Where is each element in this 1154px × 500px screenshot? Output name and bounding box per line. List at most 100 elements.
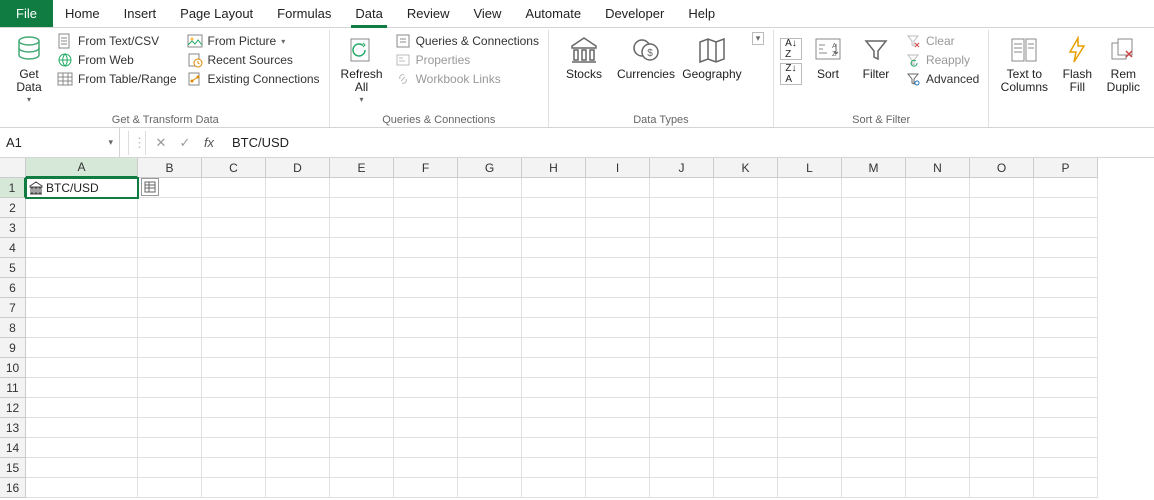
cell-L14[interactable]	[778, 438, 842, 458]
cell-G10[interactable]	[458, 358, 522, 378]
column-header-F[interactable]: F	[394, 158, 458, 178]
formula-input[interactable]: BTC/USD	[226, 128, 1154, 157]
cell-A9[interactable]	[26, 338, 138, 358]
cell-O3[interactable]	[970, 218, 1034, 238]
cell-P11[interactable]	[1034, 378, 1098, 398]
cell-G9[interactable]	[458, 338, 522, 358]
cell-I10[interactable]	[586, 358, 650, 378]
cell-D6[interactable]	[266, 278, 330, 298]
cell-H13[interactable]	[522, 418, 586, 438]
cell-C1[interactable]	[202, 178, 266, 198]
cell-N3[interactable]	[906, 218, 970, 238]
cell-B8[interactable]	[138, 318, 202, 338]
cell-J7[interactable]	[650, 298, 714, 318]
cell-D3[interactable]	[266, 218, 330, 238]
cell-H9[interactable]	[522, 338, 586, 358]
data-types-more-button[interactable]: ▾	[749, 32, 767, 49]
row-header-8[interactable]: 8	[0, 318, 26, 338]
cell-C6[interactable]	[202, 278, 266, 298]
cell-B15[interactable]	[138, 458, 202, 478]
cell-F16[interactable]	[394, 478, 458, 498]
cell-B2[interactable]	[138, 198, 202, 218]
cell-O2[interactable]	[970, 198, 1034, 218]
cell-N12[interactable]	[906, 398, 970, 418]
cell-N7[interactable]	[906, 298, 970, 318]
cell-D16[interactable]	[266, 478, 330, 498]
column-header-P[interactable]: P	[1034, 158, 1098, 178]
column-header-A[interactable]: A	[26, 158, 138, 178]
enter-icon[interactable]: ✓	[176, 135, 194, 151]
cell-E6[interactable]	[330, 278, 394, 298]
cell-F4[interactable]	[394, 238, 458, 258]
cell-J5[interactable]	[650, 258, 714, 278]
cell-H2[interactable]	[522, 198, 586, 218]
column-header-C[interactable]: C	[202, 158, 266, 178]
cell-J2[interactable]	[650, 198, 714, 218]
get-data-button[interactable]: Get Data ▾	[8, 32, 50, 105]
cell-I2[interactable]	[586, 198, 650, 218]
cell-M4[interactable]	[842, 238, 906, 258]
clear-filter-button[interactable]: Clear	[902, 32, 982, 50]
tab-insert[interactable]: Insert	[112, 0, 169, 27]
cell-I14[interactable]	[586, 438, 650, 458]
name-box[interactable]: A1	[0, 128, 120, 157]
cell-A12[interactable]	[26, 398, 138, 418]
cell-L5[interactable]	[778, 258, 842, 278]
cell-A3[interactable]	[26, 218, 138, 238]
cell-E12[interactable]	[330, 398, 394, 418]
cell-K5[interactable]	[714, 258, 778, 278]
cell-N11[interactable]	[906, 378, 970, 398]
cell-F14[interactable]	[394, 438, 458, 458]
cell-P15[interactable]	[1034, 458, 1098, 478]
cell-M15[interactable]	[842, 458, 906, 478]
cell-N5[interactable]	[906, 258, 970, 278]
cell-N4[interactable]	[906, 238, 970, 258]
cell-L15[interactable]	[778, 458, 842, 478]
cell-H8[interactable]	[522, 318, 586, 338]
fx-icon[interactable]: fx	[200, 135, 218, 150]
from-table-range-button[interactable]: From Table/Range	[54, 70, 180, 88]
cell-M1[interactable]	[842, 178, 906, 198]
cell-E15[interactable]	[330, 458, 394, 478]
cell-A6[interactable]	[26, 278, 138, 298]
cell-J6[interactable]	[650, 278, 714, 298]
geography-button[interactable]: Geography	[679, 32, 745, 81]
cell-B5[interactable]	[138, 258, 202, 278]
cell-M6[interactable]	[842, 278, 906, 298]
cell-I13[interactable]	[586, 418, 650, 438]
cell-I6[interactable]	[586, 278, 650, 298]
row-header-15[interactable]: 15	[0, 458, 26, 478]
cell-B4[interactable]	[138, 238, 202, 258]
cell-M7[interactable]	[842, 298, 906, 318]
cell-P1[interactable]	[1034, 178, 1098, 198]
cell-P2[interactable]	[1034, 198, 1098, 218]
cell-O11[interactable]	[970, 378, 1034, 398]
cell-O7[interactable]	[970, 298, 1034, 318]
cell-J12[interactable]	[650, 398, 714, 418]
column-header-E[interactable]: E	[330, 158, 394, 178]
cell-P3[interactable]	[1034, 218, 1098, 238]
tab-help[interactable]: Help	[676, 0, 727, 27]
cell-B6[interactable]	[138, 278, 202, 298]
cell-M8[interactable]	[842, 318, 906, 338]
cell-N6[interactable]	[906, 278, 970, 298]
row-header-13[interactable]: 13	[0, 418, 26, 438]
cell-H15[interactable]	[522, 458, 586, 478]
cell-F8[interactable]	[394, 318, 458, 338]
cell-B13[interactable]	[138, 418, 202, 438]
cell-P5[interactable]	[1034, 258, 1098, 278]
cell-C4[interactable]	[202, 238, 266, 258]
cell-P7[interactable]	[1034, 298, 1098, 318]
cell-H7[interactable]	[522, 298, 586, 318]
row-header-5[interactable]: 5	[0, 258, 26, 278]
cell-B9[interactable]	[138, 338, 202, 358]
cell-A13[interactable]	[26, 418, 138, 438]
cancel-icon[interactable]: ✕	[152, 135, 170, 151]
filter-button[interactable]: Filter	[854, 32, 898, 81]
cell-E14[interactable]	[330, 438, 394, 458]
cell-H1[interactable]	[522, 178, 586, 198]
cell-J11[interactable]	[650, 378, 714, 398]
row-header-16[interactable]: 16	[0, 478, 26, 498]
cell-L13[interactable]	[778, 418, 842, 438]
cell-E4[interactable]	[330, 238, 394, 258]
